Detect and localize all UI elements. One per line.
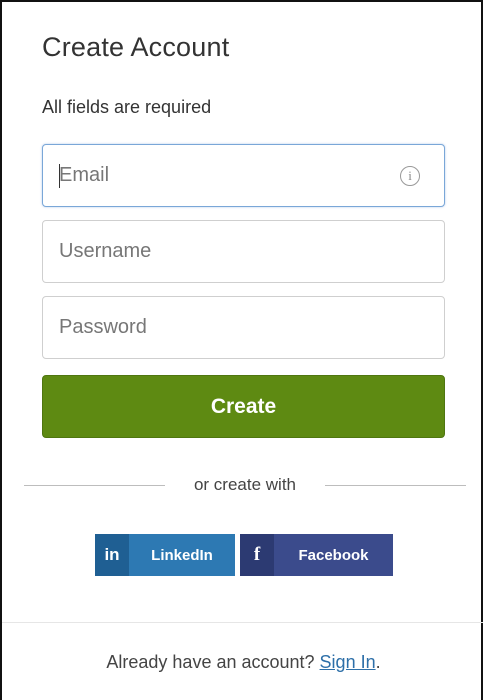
facebook-logo-icon: f [240,534,274,576]
facebook-button[interactable]: f Facebook [240,534,393,576]
facebook-label: Facebook [298,546,369,564]
footer-period: . [375,652,381,672]
linkedin-button[interactable]: in LinkedIn [95,534,235,576]
create-account-panel: Create Account All fields are required i… [0,0,483,700]
text-cursor [59,164,60,188]
create-button[interactable]: Create [42,375,445,438]
footer-separator [2,622,483,623]
page-title: Create Account [42,32,230,62]
sign-in-question: Already have an account? [106,652,320,672]
password-field[interactable] [42,296,445,359]
email-input[interactable] [43,145,444,206]
sign-in-prompt: Already have an account? Sign In. [2,652,483,673]
sign-in-link[interactable]: Sign In [320,652,376,672]
username-input[interactable] [43,221,444,282]
password-input[interactable] [43,297,444,358]
email-field[interactable]: i [42,144,445,207]
linkedin-label: LinkedIn [151,546,213,564]
username-field[interactable] [42,220,445,283]
or-divider: or create with [24,474,466,496]
required-fields-note: All fields are required [42,97,212,117]
info-circle-icon[interactable]: i [400,166,420,186]
divider-line-right [325,485,466,486]
linkedin-logo-icon: in [95,534,129,576]
